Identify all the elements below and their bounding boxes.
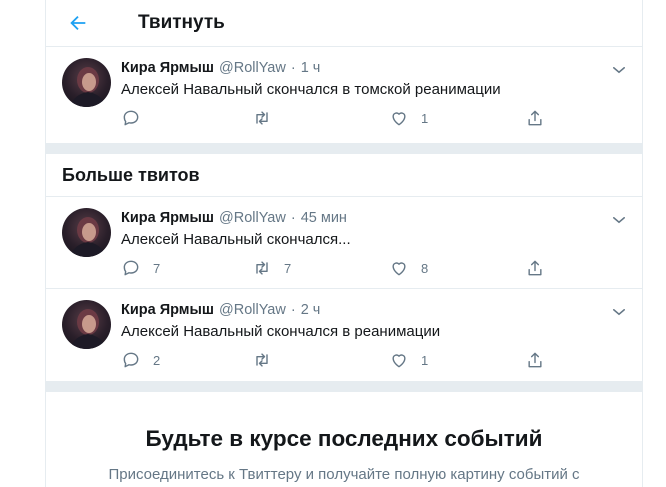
- tweet-text: Алексей Навальный скончался в реанимации: [121, 323, 441, 340]
- share-button[interactable]: [525, 258, 545, 278]
- reply-icon: [123, 352, 139, 368]
- avatar[interactable]: [62, 58, 111, 107]
- signup-subtitle: Присоединитесь к Твиттеру и получайте по…: [108, 466, 580, 483]
- author-handle[interactable]: @RollYaw: [219, 302, 286, 318]
- heart-icon: [392, 354, 406, 368]
- tweet-actions: 2 1: [121, 350, 551, 372]
- page-header: Твитнуть: [46, 0, 642, 47]
- chevron-down-icon[interactable]: [610, 61, 628, 79]
- reply-count: 7: [153, 260, 161, 276]
- chevron-down-icon[interactable]: [610, 211, 628, 229]
- share-icon: [528, 260, 542, 276]
- reply-count: 2: [153, 352, 161, 368]
- tweet-actions: 7 7 8: [121, 258, 551, 280]
- share-icon: [528, 352, 542, 368]
- author-name[interactable]: Кира Ярмыш: [121, 60, 214, 76]
- signup-title: Будьте в курсе последних событий: [145, 426, 543, 451]
- retweet-icon: [256, 111, 268, 125]
- retweet-icon: [256, 353, 268, 367]
- like-count: 1: [421, 110, 429, 126]
- separator: ·: [290, 60, 296, 76]
- avatar[interactable]: [62, 208, 111, 257]
- tweet-text: Алексей Навальный скончался...: [121, 231, 351, 248]
- back-button[interactable]: [64, 9, 92, 37]
- like-button[interactable]: 8: [389, 258, 428, 278]
- like-count: 1: [421, 352, 429, 368]
- retweet-button[interactable]: [252, 108, 284, 128]
- retweet-button[interactable]: 7: [252, 258, 291, 278]
- signup-prompt: Будьте в курсе последних событий Присоед…: [46, 392, 642, 483]
- tweet-actions: 1: [121, 108, 551, 130]
- author-name[interactable]: Кира Ярмыш: [121, 210, 214, 226]
- avatar-photo: [70, 309, 106, 349]
- tweet[interactable]: Кира Ярмыш @RollYaw · 45 мин Алексей Нав…: [46, 197, 642, 289]
- reply-icon: [123, 260, 139, 276]
- chevron-down-icon[interactable]: [610, 303, 628, 321]
- section-divider: [46, 382, 642, 392]
- separator: ·: [290, 210, 296, 226]
- tweet-header: Кира Ярмыш @RollYaw · 45 мин: [121, 210, 347, 226]
- author-handle[interactable]: @RollYaw: [219, 210, 286, 226]
- like-button[interactable]: 1: [389, 108, 428, 128]
- tweet[interactable]: Кира Ярмыш @RollYaw · 2 ч Алексей Наваль…: [46, 289, 642, 382]
- share-button[interactable]: [525, 350, 545, 370]
- reply-button[interactable]: [121, 108, 153, 128]
- tweet-time[interactable]: 2 ч: [301, 302, 321, 318]
- author-name[interactable]: Кира Ярмыш: [121, 302, 214, 318]
- reply-button[interactable]: 7: [121, 258, 160, 278]
- like-button[interactable]: 1: [389, 350, 428, 370]
- retweet-icon: [256, 261, 268, 275]
- section-divider: [46, 144, 642, 154]
- reply-icon: [123, 110, 139, 126]
- avatar[interactable]: [62, 300, 111, 349]
- separator: ·: [290, 302, 296, 318]
- share-button[interactable]: [525, 108, 545, 128]
- page-title: Твитнуть: [138, 12, 225, 33]
- timeline-column: Твитнуть Кира Ярмыш @RollYaw · 1 ч Алекс…: [45, 0, 643, 487]
- heart-icon: [392, 112, 406, 126]
- tweet-header: Кира Ярмыш @RollYaw · 2 ч: [121, 302, 320, 318]
- retweet-button[interactable]: [252, 350, 284, 370]
- more-tweets-heading: Больше твитов: [46, 154, 642, 197]
- tweet[interactable]: Кира Ярмыш @RollYaw · 1 ч Алексей Наваль…: [46, 47, 642, 144]
- tweet-text: Алексей Навальный скончался в томской ре…: [121, 81, 501, 98]
- retweet-count: 7: [284, 260, 292, 276]
- heart-icon: [392, 262, 406, 276]
- author-handle[interactable]: @RollYaw: [219, 60, 286, 76]
- tweet-time[interactable]: 1 ч: [301, 60, 321, 76]
- avatar-photo: [70, 67, 106, 107]
- reply-button[interactable]: 2: [121, 350, 160, 370]
- share-icon: [528, 110, 542, 126]
- tweet-header: Кира Ярмыш @RollYaw · 1 ч: [121, 60, 320, 76]
- avatar-photo: [70, 217, 106, 257]
- tweet-time[interactable]: 45 мин: [301, 210, 347, 226]
- arrow-left-icon: [70, 15, 86, 31]
- like-count: 8: [421, 260, 429, 276]
